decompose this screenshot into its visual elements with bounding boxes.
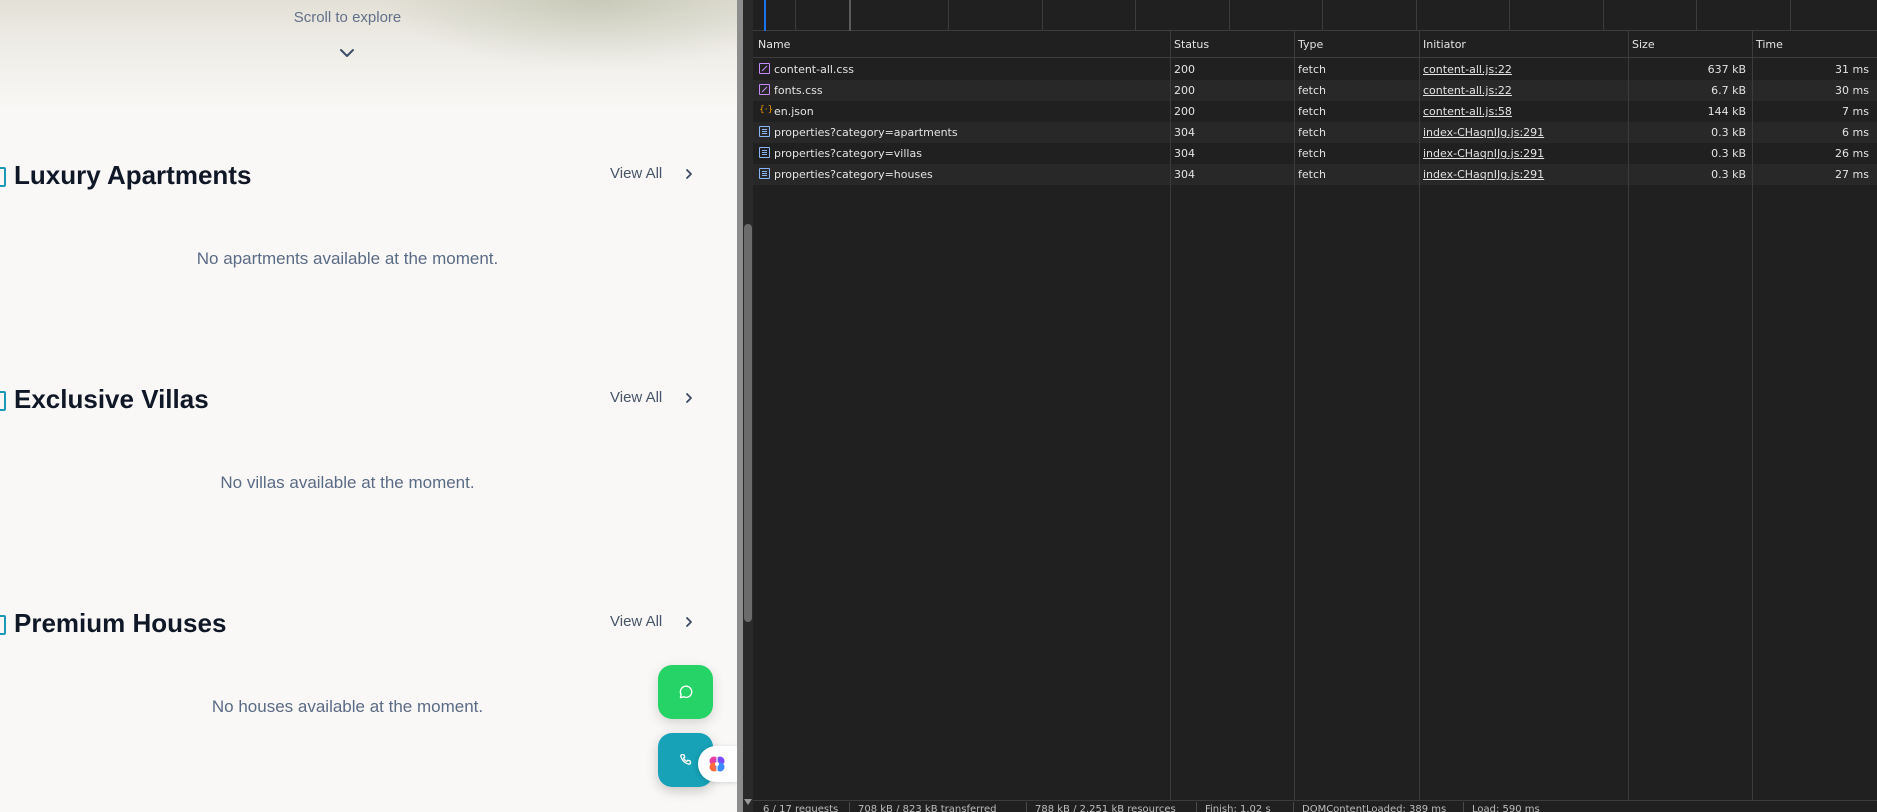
request-name[interactable]: properties?category=houses [774, 168, 933, 181]
request-time: 30 ms [1835, 84, 1869, 97]
chat-bubble-icon [679, 685, 692, 699]
request-size: 0.3 kB [1711, 147, 1746, 160]
request-name[interactable]: properties?category=apartments [774, 126, 958, 139]
whatsapp-chat-button[interactable] [658, 665, 713, 719]
request-name[interactable]: en.json [774, 105, 814, 118]
table-row[interactable]: properties?category=apartments 304 fetch in… [753, 122, 1877, 143]
view-all-link[interactable]: View All [610, 164, 662, 184]
table-row[interactable]: properties?category=houses 304 fetch index-… [753, 164, 1877, 185]
request-status: 200 [1174, 105, 1195, 118]
request-initiator-link[interactable]: content-all.js:22 [1423, 63, 1512, 76]
scroll-down-arrow-icon[interactable] [744, 799, 752, 805]
scroll-hint: Scroll to explore [293, 9, 402, 26]
request-status: 304 [1174, 168, 1195, 181]
request-size: 6.7 kB [1711, 84, 1746, 97]
section-title: Premium Houses [14, 608, 227, 638]
network-status-bar: 6 / 17 requests 708 kB / 823 kB transfer… [753, 800, 1877, 812]
column-header-name[interactable]: Name [758, 38, 790, 51]
document-file-icon [759, 168, 770, 179]
section-title: Luxury Apartments [14, 160, 252, 190]
request-time: 27 ms [1835, 168, 1869, 181]
network-request-table: Name Status Type Initiator Size Time con… [753, 31, 1877, 800]
table-row[interactable]: fonts.css 200 fetch content-all.js:22 6.7 kB… [753, 80, 1877, 101]
view-all-link[interactable]: View All [610, 388, 662, 408]
transferred-size: 708 kB / 823 kB transferred [858, 804, 997, 812]
request-type: fetch [1298, 63, 1326, 76]
chevron-right-icon[interactable] [683, 167, 695, 181]
table-header: Name Status Type Initiator Size Time [753, 31, 1877, 58]
brain-icon [709, 756, 725, 772]
table-row[interactable]: properties?category=villas 304 fetch index-… [753, 143, 1877, 164]
page-scrollbar[interactable] [743, 0, 753, 812]
request-time: 7 ms [1842, 105, 1869, 118]
chevron-right-icon[interactable] [683, 615, 695, 629]
request-initiator-link[interactable]: index-CHaqnIJg.js:291 [1423, 147, 1544, 160]
phone-icon [679, 753, 691, 765]
request-time: 26 ms [1835, 147, 1869, 160]
view-all-link[interactable]: View All [610, 612, 662, 632]
css-file-icon [759, 84, 770, 95]
request-size: 0.3 kB [1711, 168, 1746, 181]
column-header-initiator[interactable]: Initiator [1423, 38, 1466, 51]
request-initiator-link[interactable]: content-all.js:22 [1423, 84, 1512, 97]
column-header-type[interactable]: Type [1298, 38, 1323, 51]
request-type: fetch [1298, 105, 1326, 118]
request-initiator-link[interactable]: index-CHaqnIJg.js:291 [1423, 168, 1544, 181]
chevron-down-icon[interactable] [337, 46, 357, 60]
request-initiator-link[interactable]: index-CHaqnIJg.js:291 [1423, 126, 1544, 139]
request-name[interactable]: content-all.css [774, 63, 854, 76]
request-status: 304 [1174, 147, 1195, 160]
chevron-right-icon[interactable] [683, 391, 695, 405]
load-time: Load: 590 ms [1472, 804, 1540, 812]
assistant-extension-tab[interactable] [698, 746, 737, 782]
building-icon [0, 615, 6, 635]
request-count: 6 / 17 requests [763, 804, 839, 812]
column-header-status[interactable]: Status [1174, 38, 1209, 51]
finish-time: Finish: 1.02 s [1205, 804, 1271, 812]
network-timeline-overview[interactable] [753, 0, 1877, 31]
request-size: 144 kB [1707, 105, 1746, 118]
request-name[interactable]: properties?category=villas [774, 147, 922, 160]
request-type: fetch [1298, 84, 1326, 97]
section-title: Exclusive Villas [14, 384, 209, 414]
request-size: 0.3 kB [1711, 126, 1746, 139]
request-status: 200 [1174, 84, 1195, 97]
request-status: 304 [1174, 126, 1195, 139]
empty-state-message: No villas available at the moment. [220, 473, 475, 492]
building-icon [0, 391, 6, 411]
request-type: fetch [1298, 126, 1326, 139]
timeline-marker [764, 0, 766, 31]
request-initiator-link[interactable]: content-all.js:58 [1423, 105, 1512, 118]
document-file-icon [759, 126, 770, 137]
document-file-icon [759, 147, 770, 158]
empty-state-message: No houses available at the moment. [211, 697, 484, 716]
devtools-network-panel: Name Status Type Initiator Size Time con… [743, 0, 1877, 812]
table-row[interactable]: {·} en.json 200 fetch content-all.js:58 144 k… [753, 101, 1877, 122]
column-header-size[interactable]: Size [1632, 38, 1655, 51]
json-file-icon: {·} [759, 105, 774, 115]
request-size: 637 kB [1707, 63, 1746, 76]
empty-state-message: No apartments available at the moment. [196, 249, 499, 268]
building-icon [0, 167, 6, 187]
request-status: 200 [1174, 63, 1195, 76]
resources-size: 788 kB / 2.251 kB resources [1035, 804, 1176, 812]
request-time: 31 ms [1835, 63, 1869, 76]
request-name[interactable]: fonts.css [774, 84, 823, 97]
scrollbar-thumb[interactable] [744, 224, 752, 622]
table-row[interactable]: content-all.css 200 fetch content-all.js:22… [753, 59, 1877, 80]
dom-content-loaded: DOMContentLoaded: 389 ms [1302, 804, 1447, 812]
request-time: 6 ms [1842, 126, 1869, 139]
column-header-time[interactable]: Time [1756, 38, 1783, 51]
request-type: fetch [1298, 168, 1326, 181]
request-type: fetch [1298, 147, 1326, 160]
css-file-icon [759, 63, 770, 74]
website-viewport: Scroll to explore Luxury Apartments View… [0, 0, 737, 812]
